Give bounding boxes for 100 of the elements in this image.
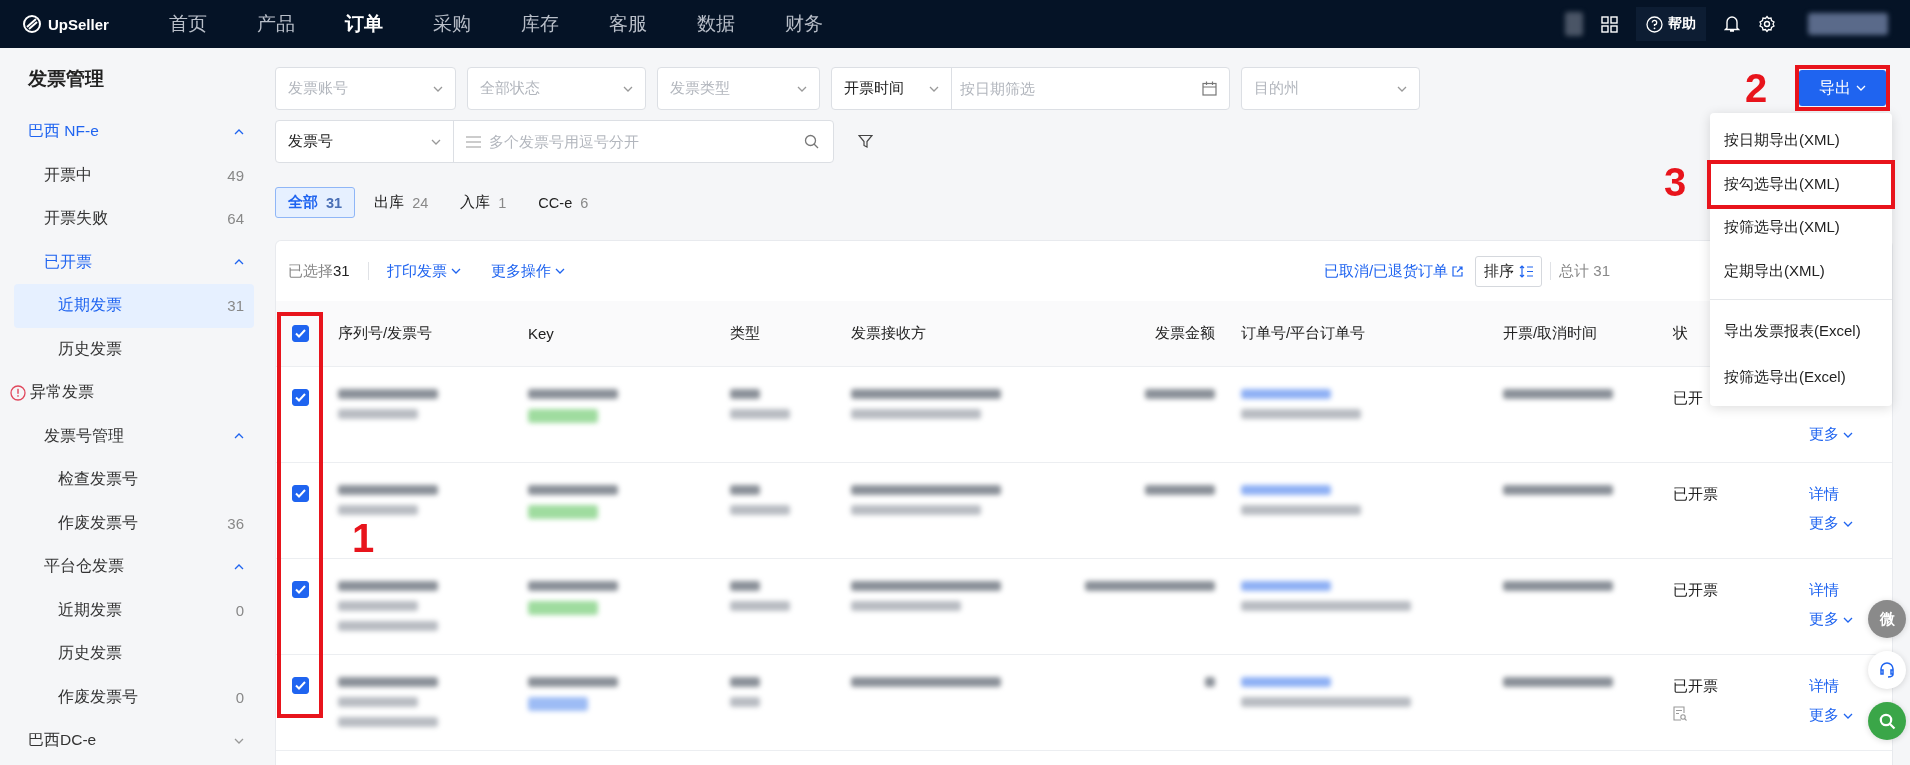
blurred-text bbox=[528, 601, 598, 615]
date-filter[interactable]: 开票时间 按日期筛选 bbox=[831, 67, 1230, 110]
sidebar-item[interactable]: 平台仓发票 bbox=[14, 545, 254, 589]
sidebar-item[interactable]: 巴西 NF-e bbox=[14, 110, 254, 154]
sidebar-title: 发票管理 bbox=[27, 67, 105, 91]
column-header: Key bbox=[528, 325, 554, 342]
step-number: 2 bbox=[1745, 66, 1768, 111]
blurred-text bbox=[528, 409, 598, 423]
select-all-checkbox[interactable] bbox=[291, 325, 309, 342]
column-header: 序列号/发票号 bbox=[338, 324, 433, 343]
invoice-number-input[interactable]: 多个发票号用逗号分开 bbox=[481, 133, 804, 150]
chevron-down-icon bbox=[1397, 85, 1407, 92]
search-button[interactable] bbox=[1868, 702, 1906, 740]
date-input[interactable]: 按日期筛选 bbox=[952, 80, 1202, 97]
step-number: 3 bbox=[1664, 160, 1687, 205]
status-text: 已开票 bbox=[1673, 485, 1718, 504]
support-button[interactable] bbox=[1868, 651, 1906, 689]
sidebar-item[interactable]: 作废发票号 0 bbox=[14, 675, 254, 719]
more-link[interactable]: 更多 bbox=[1809, 514, 1853, 533]
blurred-text bbox=[1565, 12, 1583, 36]
sidebar-item[interactable]: 巴西DC-e bbox=[14, 719, 254, 763]
check-icon bbox=[294, 329, 306, 338]
nav-item[interactable]: 首页 bbox=[168, 11, 257, 37]
detail-link[interactable]: 详情 bbox=[1809, 677, 1839, 696]
column-header: 发票接收方 bbox=[851, 324, 926, 343]
chevron-down-icon bbox=[431, 138, 441, 145]
sidebar-item[interactable]: 开票中 49 bbox=[14, 153, 254, 197]
check-icon bbox=[294, 681, 306, 690]
selected-label: 已选择31 bbox=[288, 261, 350, 281]
menu-item[interactable]: 按筛选导出(XML) bbox=[1710, 206, 1892, 250]
sidebar-item[interactable]: 作废发票号 36 bbox=[14, 501, 254, 545]
row-checkbox[interactable] bbox=[291, 485, 309, 502]
sidebar-item[interactable]: 近期发票 0 bbox=[14, 588, 254, 632]
nav-item[interactable]: 财务 bbox=[784, 11, 873, 37]
blurred-text bbox=[730, 389, 760, 399]
tab[interactable]: 出库 24 bbox=[361, 187, 442, 218]
sidebar-item[interactable]: 开票失败 64 bbox=[14, 197, 254, 241]
nav-item[interactable]: 数据 bbox=[696, 11, 785, 37]
menu-item[interactable]: 按筛选导出(Excel) bbox=[1710, 356, 1892, 400]
blurred-text bbox=[730, 677, 760, 687]
menu-item[interactable]: 定期导出(XML) bbox=[1710, 249, 1892, 293]
status-text: 已开 bbox=[1673, 389, 1703, 408]
check-icon bbox=[294, 489, 306, 498]
invoice-search-field[interactable]: 发票号 多个发票号用逗号分开 bbox=[275, 120, 834, 163]
menu-item[interactable]: 按勾选导出(XML) bbox=[1710, 162, 1892, 206]
blurred-text bbox=[528, 505, 598, 519]
sidebar-item[interactable]: 异常发票 bbox=[14, 371, 254, 415]
nav-item[interactable]: 产品 bbox=[256, 11, 345, 37]
help-button[interactable]: 帮助 bbox=[1636, 7, 1706, 41]
nav-item[interactable]: 订单 bbox=[344, 11, 433, 37]
print-invoice-button[interactable]: 打印发票 bbox=[386, 261, 461, 281]
chevron-down-icon bbox=[1843, 520, 1853, 527]
settings-icon[interactable] bbox=[1758, 15, 1776, 33]
sidebar-item[interactable]: 发票号管理 bbox=[14, 414, 254, 458]
row-checkbox[interactable] bbox=[291, 677, 309, 694]
blurred-text bbox=[1145, 485, 1215, 495]
nav-item[interactable]: 客服 bbox=[608, 11, 697, 37]
column-header: 开票/取消时间 bbox=[1503, 324, 1598, 343]
sidebar-item[interactable]: 检查发票号 bbox=[14, 458, 254, 502]
sidebar-item[interactable]: 历史发票 bbox=[14, 632, 254, 676]
blurred-text bbox=[730, 485, 760, 495]
blurred-text bbox=[730, 409, 790, 419]
tab[interactable]: 入库 1 bbox=[447, 187, 520, 218]
sort-button[interactable]: 排序 bbox=[1475, 255, 1543, 287]
blurred-text bbox=[730, 697, 760, 707]
search-icon[interactable] bbox=[804, 134, 819, 149]
detail-link[interactable]: 详情 bbox=[1809, 581, 1839, 600]
tab[interactable]: CC-e 6 bbox=[525, 187, 602, 218]
more-link[interactable]: 更多 bbox=[1809, 706, 1853, 725]
more-link[interactable]: 更多 bbox=[1809, 610, 1853, 629]
question-icon bbox=[1646, 15, 1663, 33]
tab[interactable]: 全部 31 bbox=[275, 187, 356, 218]
chevron-down-icon bbox=[1856, 85, 1866, 91]
cancelled-orders-link[interactable]: 已取消/已退货订单 bbox=[1323, 261, 1464, 281]
apps-icon[interactable] bbox=[1601, 15, 1618, 33]
filter-icon[interactable] bbox=[858, 134, 873, 149]
row-checkbox[interactable] bbox=[291, 389, 309, 406]
more-link[interactable]: 更多 bbox=[1809, 425, 1853, 444]
sidebar-item[interactable]: 已开票 bbox=[14, 240, 254, 284]
menu-item[interactable]: 按日期导出(XML) bbox=[1710, 119, 1892, 163]
chevron-down-icon bbox=[433, 85, 443, 92]
column-header: 状 bbox=[1673, 324, 1688, 343]
detail-link[interactable]: 详情 bbox=[1809, 485, 1839, 504]
sidebar-item[interactable]: 历史发票 bbox=[14, 327, 254, 371]
sidebar-item[interactable]: 近期发票 31 bbox=[14, 284, 254, 328]
nav-item[interactable]: 采购 bbox=[432, 11, 521, 37]
menu-item[interactable]: 导出发票报表(Excel) bbox=[1710, 299, 1892, 356]
nav-item[interactable]: 库存 bbox=[520, 11, 609, 37]
list-icon bbox=[466, 135, 481, 148]
document-search-icon[interactable] bbox=[1673, 706, 1687, 721]
total-count: 总计 31 bbox=[1559, 261, 1610, 281]
chevron-down-icon bbox=[554, 268, 565, 274]
bell-icon[interactable] bbox=[1724, 15, 1740, 33]
check-icon bbox=[294, 585, 306, 594]
search-icon bbox=[1878, 712, 1896, 730]
check-icon bbox=[294, 393, 306, 402]
export-button[interactable]: 导出 bbox=[1799, 70, 1886, 106]
more-actions-button[interactable]: 更多操作 bbox=[490, 261, 565, 281]
chevron-down-icon bbox=[1843, 616, 1853, 623]
row-checkbox[interactable] bbox=[291, 581, 309, 598]
